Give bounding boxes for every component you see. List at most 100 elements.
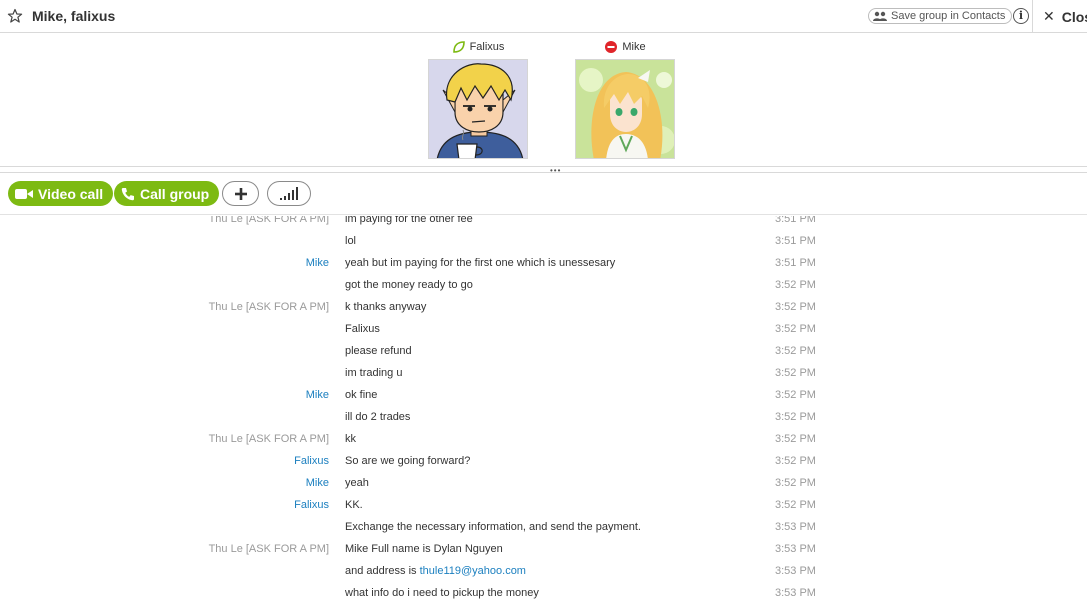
message-text: k thanks anyway bbox=[345, 301, 427, 313]
message-sender[interactable]: Mike bbox=[306, 389, 329, 401]
conversation-title: Mike, falixus bbox=[32, 8, 116, 24]
message-sender[interactable]: Falixus bbox=[294, 499, 329, 511]
participants-panel: Falixus Mike bbox=[0, 33, 1087, 167]
message-row: Falixus 3:52 PM bbox=[0, 318, 1087, 340]
message-row: Thu Le [ASK FOR A PM] im paying for the … bbox=[0, 216, 1087, 230]
message-row: Thu Le [ASK FOR A PM] kk 3:52 PM bbox=[0, 428, 1087, 450]
message-time: 3:53 PM bbox=[775, 543, 816, 555]
message-text: what info do i need to pickup the money bbox=[345, 587, 539, 599]
message-row: Mike yeah 3:52 PM bbox=[0, 472, 1087, 494]
status-online-icon bbox=[452, 41, 465, 53]
participant-falixus[interactable]: Falixus bbox=[428, 38, 528, 159]
message-text: yeah bbox=[345, 477, 369, 489]
message-time: 3:51 PM bbox=[775, 257, 816, 269]
message-row: Falixus So are we going forward? 3:52 PM bbox=[0, 450, 1087, 472]
message-sender[interactable]: Mike bbox=[306, 477, 329, 489]
email-link[interactable]: thule119@yahoo.com bbox=[420, 565, 526, 577]
message-text: got the money ready to go bbox=[345, 279, 473, 291]
message-text: ill do 2 trades bbox=[345, 411, 411, 423]
message-sender[interactable]: Thu Le [ASK FOR A PM] bbox=[209, 301, 329, 313]
message-time: 3:52 PM bbox=[775, 477, 816, 489]
message-time: 3:51 PM bbox=[775, 216, 816, 225]
chat-header: Mike, falixus Save group in Contacts i ✕… bbox=[0, 0, 1087, 33]
signal-bars-icon bbox=[280, 186, 298, 200]
video-call-button[interactable]: Video call bbox=[8, 181, 114, 206]
message-row: Mike ok fine 3:52 PM bbox=[0, 384, 1087, 406]
message-text: So are we going forward? bbox=[345, 455, 471, 467]
message-text: and address is thule119@yahoo.com bbox=[345, 565, 526, 577]
participant-mike[interactable]: Mike bbox=[575, 38, 675, 159]
message-time: 3:52 PM bbox=[775, 345, 816, 357]
message-time: 3:52 PM bbox=[775, 433, 816, 445]
message-sender[interactable]: Thu Le [ASK FOR A PM] bbox=[209, 543, 329, 555]
message-row: ill do 2 trades 3:52 PM bbox=[0, 406, 1087, 428]
participant-name-row: Mike bbox=[575, 38, 675, 56]
message-row: Falixus KK. 3:52 PM bbox=[0, 494, 1087, 516]
message-sender[interactable]: Thu Le [ASK FOR A PM] bbox=[209, 216, 329, 225]
message-time: 3:51 PM bbox=[775, 235, 816, 247]
call-group-label: Call group bbox=[140, 185, 210, 202]
message-list: Thu Le [ASK FOR A PM] im paying for the … bbox=[0, 216, 1087, 606]
message-time: 3:52 PM bbox=[775, 279, 816, 291]
message-text: lol bbox=[345, 235, 357, 247]
message-text: KK. bbox=[345, 499, 363, 511]
message-time: 3:53 PM bbox=[775, 587, 816, 599]
message-time: 3:52 PM bbox=[775, 323, 816, 335]
participant-name-row: Falixus bbox=[428, 38, 528, 56]
call-group-button[interactable]: Call group bbox=[114, 181, 220, 206]
star-icon[interactable] bbox=[7, 8, 23, 24]
info-icon[interactable]: i bbox=[1013, 8, 1029, 24]
panel-splitter[interactable]: ••• bbox=[0, 167, 1087, 175]
plus-icon bbox=[234, 187, 247, 200]
close-button[interactable]: ✕ Close bbox=[1032, 0, 1087, 33]
message-sender[interactable]: Mike bbox=[306, 257, 329, 269]
message-time: 3:52 PM bbox=[775, 367, 816, 379]
add-participant-button[interactable] bbox=[222, 181, 259, 206]
message-row: Mike yeah but im paying for the first on… bbox=[0, 252, 1087, 274]
video-call-label: Video call bbox=[38, 185, 104, 202]
phone-icon bbox=[121, 187, 134, 200]
avatar[interactable] bbox=[575, 59, 675, 159]
message-row: lol 3:51 PM bbox=[0, 230, 1087, 252]
close-label: Close bbox=[1061, 8, 1087, 25]
message-text: Exchange the necessary information, and … bbox=[345, 521, 641, 533]
message-time: 3:53 PM bbox=[775, 521, 816, 533]
avatar[interactable] bbox=[428, 59, 528, 159]
message-row: im trading u 3:52 PM bbox=[0, 362, 1087, 384]
message-text: ok fine bbox=[345, 389, 378, 401]
call-toolbar: Video call Call group bbox=[0, 174, 1087, 215]
message-time: 3:52 PM bbox=[775, 455, 816, 467]
participant-name: Mike bbox=[622, 41, 646, 53]
message-text: kk bbox=[345, 433, 356, 445]
message-time: 3:53 PM bbox=[775, 565, 816, 577]
falixus-avatar-image bbox=[429, 60, 527, 158]
message-row: got the money ready to go 3:52 PM bbox=[0, 274, 1087, 296]
message-time: 3:52 PM bbox=[775, 499, 816, 511]
close-icon: ✕ bbox=[1043, 8, 1055, 24]
message-text: im paying for the other fee bbox=[345, 216, 473, 225]
message-text: im trading u bbox=[345, 367, 403, 379]
message-row: what info do i need to pickup the money … bbox=[0, 582, 1087, 604]
participant-name: Falixus bbox=[469, 41, 505, 53]
video-camera-icon bbox=[15, 188, 33, 199]
message-row: Thu Le [ASK FOR A PM] k thanks anyway 3:… bbox=[0, 296, 1087, 318]
message-text: Mike Full name is Dylan Nguyen bbox=[345, 543, 503, 555]
message-time: 3:52 PM bbox=[775, 301, 816, 313]
message-text: yeah but im paying for the first one whi… bbox=[345, 257, 616, 269]
save-group-button[interactable]: Save group in Contacts bbox=[868, 8, 1013, 24]
call-quality-button[interactable] bbox=[267, 181, 311, 206]
message-row: and address is thule119@yahoo.com 3:53 P… bbox=[0, 560, 1087, 582]
message-time: 3:52 PM bbox=[775, 389, 816, 401]
message-row: Thu Le [ASK FOR A PM] Mike Full name is … bbox=[0, 538, 1087, 560]
message-row: please refund 3:52 PM bbox=[0, 340, 1087, 362]
message-text: Falixus bbox=[345, 323, 380, 335]
message-text-part: and address is bbox=[345, 565, 420, 577]
message-time: 3:52 PM bbox=[775, 411, 816, 423]
message-sender[interactable]: Thu Le [ASK FOR A PM] bbox=[209, 433, 329, 445]
contacts-icon bbox=[873, 11, 887, 21]
message-row: Exchange the necessary information, and … bbox=[0, 516, 1087, 538]
message-sender[interactable]: Falixus bbox=[294, 455, 329, 467]
mike-avatar-image bbox=[576, 60, 674, 158]
message-text: please refund bbox=[345, 345, 412, 357]
save-group-label: Save group in Contacts bbox=[891, 10, 1006, 22]
